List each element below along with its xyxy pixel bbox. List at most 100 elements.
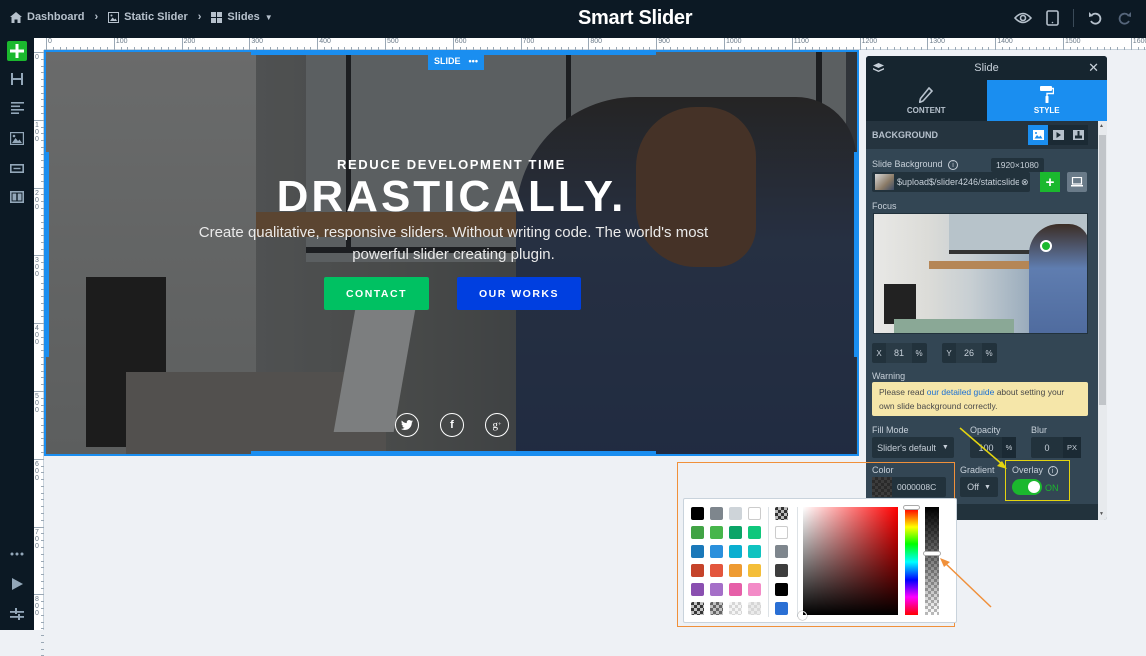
ruler-minor-tick	[1117, 47, 1119, 50]
more-button[interactable]	[7, 544, 27, 564]
panel-scrollbar[interactable]: ▲ ▼	[1098, 121, 1107, 520]
color-bg-button[interactable]	[1068, 125, 1088, 145]
recent-color-swatch[interactable]	[775, 526, 788, 539]
breadcrumb-slides[interactable]: Slides ▼	[211, 11, 273, 23]
slide-label[interactable]: SLIDE •••	[428, 52, 484, 70]
saturation-brightness-area[interactable]	[798, 507, 898, 620]
redo-icon[interactable]	[1117, 11, 1132, 26]
color-swatch[interactable]	[729, 564, 742, 577]
focus-point-handle[interactable]	[1040, 240, 1052, 252]
video-bg-button[interactable]	[1048, 125, 1068, 145]
panel-header[interactable]: Slide ✕	[866, 56, 1107, 80]
info-icon[interactable]: i	[1047, 466, 1058, 476]
color-swatch[interactable]	[691, 583, 704, 596]
focus-y-value[interactable]: 26	[956, 343, 982, 363]
eye-icon[interactable]	[1014, 11, 1032, 25]
add-image-button[interactable]: +	[1040, 172, 1060, 192]
scrollbar-thumb[interactable]	[1099, 135, 1106, 405]
scroll-up-icon[interactable]: ▲	[1099, 123, 1104, 129]
transparent-swatch[interactable]	[729, 602, 742, 615]
button-layer-button[interactable]	[7, 158, 27, 178]
settings-button[interactable]	[7, 604, 27, 624]
tab-content[interactable]: CONTENT	[866, 80, 987, 121]
color-swatch[interactable]	[710, 526, 723, 539]
play-button[interactable]	[7, 574, 27, 594]
color-cursor[interactable]	[798, 611, 807, 620]
slide-subtitle[interactable]: REDUCE DEVELOPMENT TIME	[46, 157, 857, 172]
color-swatch[interactable]	[729, 545, 742, 558]
image-path-field[interactable]: $upload$/slider4246/staticslide ⊗	[872, 172, 1030, 192]
image-layer-button[interactable]	[7, 128, 27, 148]
twitter-icon[interactable]	[395, 413, 419, 437]
color-swatch[interactable]	[729, 507, 742, 520]
image-bg-button[interactable]	[1028, 125, 1048, 145]
hue-handle[interactable]	[903, 505, 920, 510]
google-plus-icon[interactable]: g +	[485, 413, 509, 437]
facebook-icon[interactable]: f	[440, 413, 464, 437]
color-swatch[interactable]	[748, 507, 761, 520]
breadcrumb-static-slider[interactable]: Static Slider	[108, 11, 188, 23]
resize-handle-bottom[interactable]	[251, 451, 656, 454]
color-swatch[interactable]	[748, 545, 761, 558]
add-layer-button[interactable]	[7, 41, 27, 61]
clear-icon[interactable]: ⊗	[1021, 177, 1029, 188]
horizontal-ruler[interactable]: 0 100 200 300 400 500 600 700 800 900 1000 1100 1200…	[44, 38, 1146, 50]
detailed-guide-link[interactable]: our detailed guide	[927, 387, 995, 397]
text-layer-button[interactable]	[7, 98, 27, 118]
tab-style[interactable]: STYLE	[986, 80, 1107, 121]
color-swatch[interactable]	[691, 564, 704, 577]
color-swatch[interactable]	[748, 564, 761, 577]
contact-button[interactable]: CONTACT	[324, 277, 429, 310]
tablet-icon[interactable]	[1046, 10, 1059, 26]
heading-layer-button[interactable]	[7, 69, 27, 89]
transparent-swatch[interactable]	[691, 602, 704, 615]
slide-heading[interactable]: DRASTICALLY.	[46, 172, 857, 222]
ruler-minor-tick	[1144, 47, 1146, 50]
more-icon[interactable]: •••	[469, 56, 478, 66]
color-swatch[interactable]	[748, 583, 761, 596]
undo-icon[interactable]	[1088, 11, 1103, 26]
recent-color-swatch[interactable]	[775, 507, 788, 520]
recent-color-swatch[interactable]	[775, 583, 788, 596]
blur-value[interactable]: 0	[1031, 443, 1063, 453]
vertical-ruler[interactable]: 0 100 200 300 400 500 600 700 800	[34, 50, 44, 656]
focus-x-field[interactable]: X 81 %	[872, 343, 927, 363]
info-icon[interactable]: i	[948, 160, 959, 170]
focus-x-value[interactable]: 81	[886, 343, 912, 363]
color-swatch[interactable]	[710, 545, 723, 558]
hue-slider[interactable]	[903, 505, 920, 615]
transparent-swatch[interactable]	[710, 602, 723, 615]
color-swatch[interactable]	[748, 526, 761, 539]
color-swatch[interactable]	[710, 564, 723, 577]
slide-description[interactable]: Create qualitative, responsive sliders. …	[196, 222, 711, 266]
gradient-select[interactable]: Off ▼	[960, 477, 998, 497]
more-icon	[10, 552, 24, 556]
recent-color-swatch[interactable]	[775, 602, 788, 615]
recent-color-swatch[interactable]	[775, 564, 788, 577]
columns-layer-button[interactable]	[7, 187, 27, 207]
color-swatch[interactable]	[691, 526, 704, 539]
color-swatch[interactable]	[729, 583, 742, 596]
slide-canvas[interactable]: SLIDE ••• REDUCE DEVELOPMENT TIME DRASTI…	[44, 50, 859, 456]
focus-person	[1029, 224, 1087, 333]
color-swatch[interactable]	[729, 526, 742, 539]
ruler-minor-tick	[947, 47, 949, 50]
our-works-button[interactable]: OUR WORKS	[457, 277, 581, 310]
color-swatch[interactable]	[691, 507, 704, 520]
color-swatch[interactable]	[710, 507, 723, 520]
resize-handle-left[interactable]	[46, 152, 49, 357]
fill-mode-select[interactable]: Slider's default ▼	[872, 437, 954, 458]
transparent-swatch[interactable]	[748, 602, 761, 615]
focus-y-field[interactable]: Y 26 %	[942, 343, 997, 363]
color-swatch[interactable]	[691, 545, 704, 558]
scroll-down-icon[interactable]: ▼	[1099, 511, 1104, 517]
recent-color-swatch[interactable]	[775, 545, 788, 558]
resize-handle-right[interactable]	[854, 152, 857, 357]
blur-field[interactable]: 0 PX	[1031, 437, 1081, 458]
color-swatch[interactable]	[710, 583, 723, 596]
device-image-button[interactable]	[1067, 172, 1087, 192]
breadcrumb-dashboard[interactable]: Dashboard	[10, 11, 84, 23]
overlay-toggle[interactable]	[1012, 479, 1042, 495]
focus-image[interactable]	[873, 213, 1088, 334]
close-icon[interactable]: ✕	[1088, 60, 1099, 76]
